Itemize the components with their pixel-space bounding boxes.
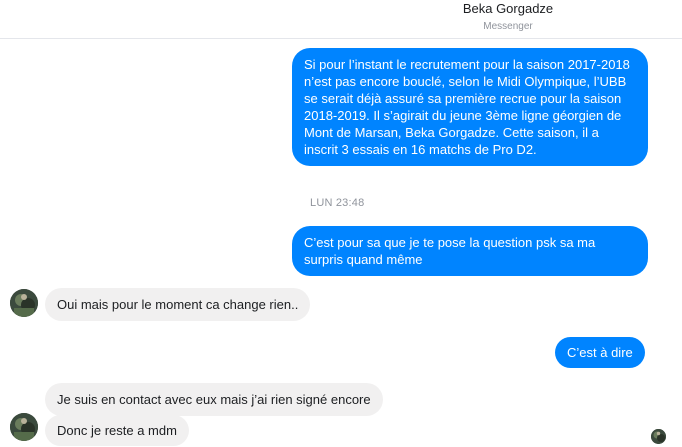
message-outgoing-1[interactable]: Si pour l’instant le recrutement pour la…	[292, 48, 648, 166]
message-incoming-2[interactable]: Je suis en contact avec eux mais j’ai ri…	[45, 383, 383, 416]
contact-avatar-icon[interactable]	[10, 289, 38, 317]
header-subtitle: Messenger	[483, 21, 533, 32]
seen-avatar-icon	[651, 429, 666, 444]
message-timestamp: LUN 23:48	[310, 197, 365, 209]
contact-avatar-icon[interactable]	[10, 413, 38, 441]
message-outgoing-2[interactable]: C’est pour sa que je te pose la question…	[292, 226, 648, 276]
contact-name[interactable]: Beka Gorgadze	[0, 1, 682, 16]
message-incoming-1[interactable]: Oui mais pour le moment ca change rien..	[45, 288, 311, 321]
message-incoming-3[interactable]: Donc je reste a mdm	[45, 415, 189, 446]
conversation-header: Beka Gorgadze Messenger	[0, 0, 682, 39]
message-outgoing-3[interactable]: C’est à dire	[555, 337, 645, 368]
